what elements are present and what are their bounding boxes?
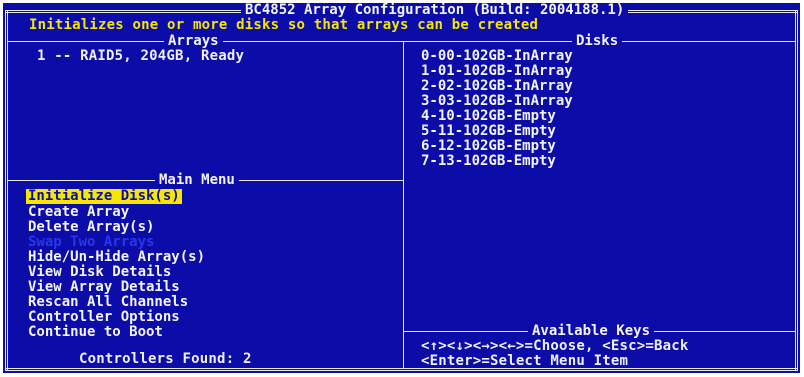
window-title: BC4852 Array Configuration (Build: 20041…: [241, 3, 629, 18]
arrays-panel-title: Arrays: [164, 34, 223, 49]
menu-item-view-array-details[interactable]: View Array Details: [28, 280, 180, 295]
menu-item-continue-to-boot[interactable]: Continue to Boot: [28, 325, 163, 340]
panels-top-divider: [7, 41, 796, 42]
controllers-found-status: Controllers Found: 2: [79, 351, 252, 367]
header-description: Initializes one or more disks so that ar…: [29, 17, 539, 33]
disk-item-2: 2-02-102GB-InArray: [421, 78, 573, 94]
main-menu-title: Main Menu: [155, 173, 239, 188]
array-item[interactable]: 1 -- RAID5, 204GB, Ready: [37, 49, 244, 64]
right-outer-border: [795, 10, 798, 371]
disk-item-1: 1-01-102GB-InArray: [421, 63, 573, 79]
menu-item-initialize-disks[interactable]: Initialize Disk(s): [26, 189, 182, 204]
menu-item-hide-unhide-arrays[interactable]: Hide/Un-Hide Array(s): [28, 250, 205, 265]
disk-item-7: 7-13-102GB-Empty: [421, 153, 556, 169]
disk-item-0: 0-00-102GB-InArray: [421, 48, 573, 64]
menu-item-rescan-channels[interactable]: Rescan All Channels: [28, 295, 188, 310]
disk-item-3: 3-03-102GB-InArray: [421, 93, 573, 109]
menu-item-delete-arrays[interactable]: Delete Array(s): [28, 220, 154, 235]
bottom-frame-border: [5, 368, 798, 371]
disk-item-6: 6-12-102GB-Empty: [421, 138, 556, 154]
bios-screen: BC4852 Array Configuration (Build: 20041…: [3, 3, 800, 373]
left-outer-border: [5, 10, 8, 371]
keys-help-line-2: <Enter>=Select Menu Item: [421, 353, 629, 369]
disk-item-4: 4-10-102GB-Empty: [421, 108, 556, 124]
keys-help-line-1: <↑><↓><→><←>=Choose, <Esc>=Back: [421, 338, 689, 354]
menu-item-controller-options[interactable]: Controller Options: [28, 310, 180, 325]
menu-item-swap-arrays: Swap Two Arrays: [28, 234, 155, 250]
disk-item-5: 5-11-102GB-Empty: [421, 123, 556, 139]
menu-item-view-disk-details[interactable]: View Disk Details: [28, 265, 171, 280]
center-divider: [403, 41, 404, 369]
available-keys-title: Available Keys: [528, 324, 655, 339]
menu-item-create-array[interactable]: Create Array: [28, 205, 129, 220]
disks-panel-title: Disks: [572, 34, 623, 49]
